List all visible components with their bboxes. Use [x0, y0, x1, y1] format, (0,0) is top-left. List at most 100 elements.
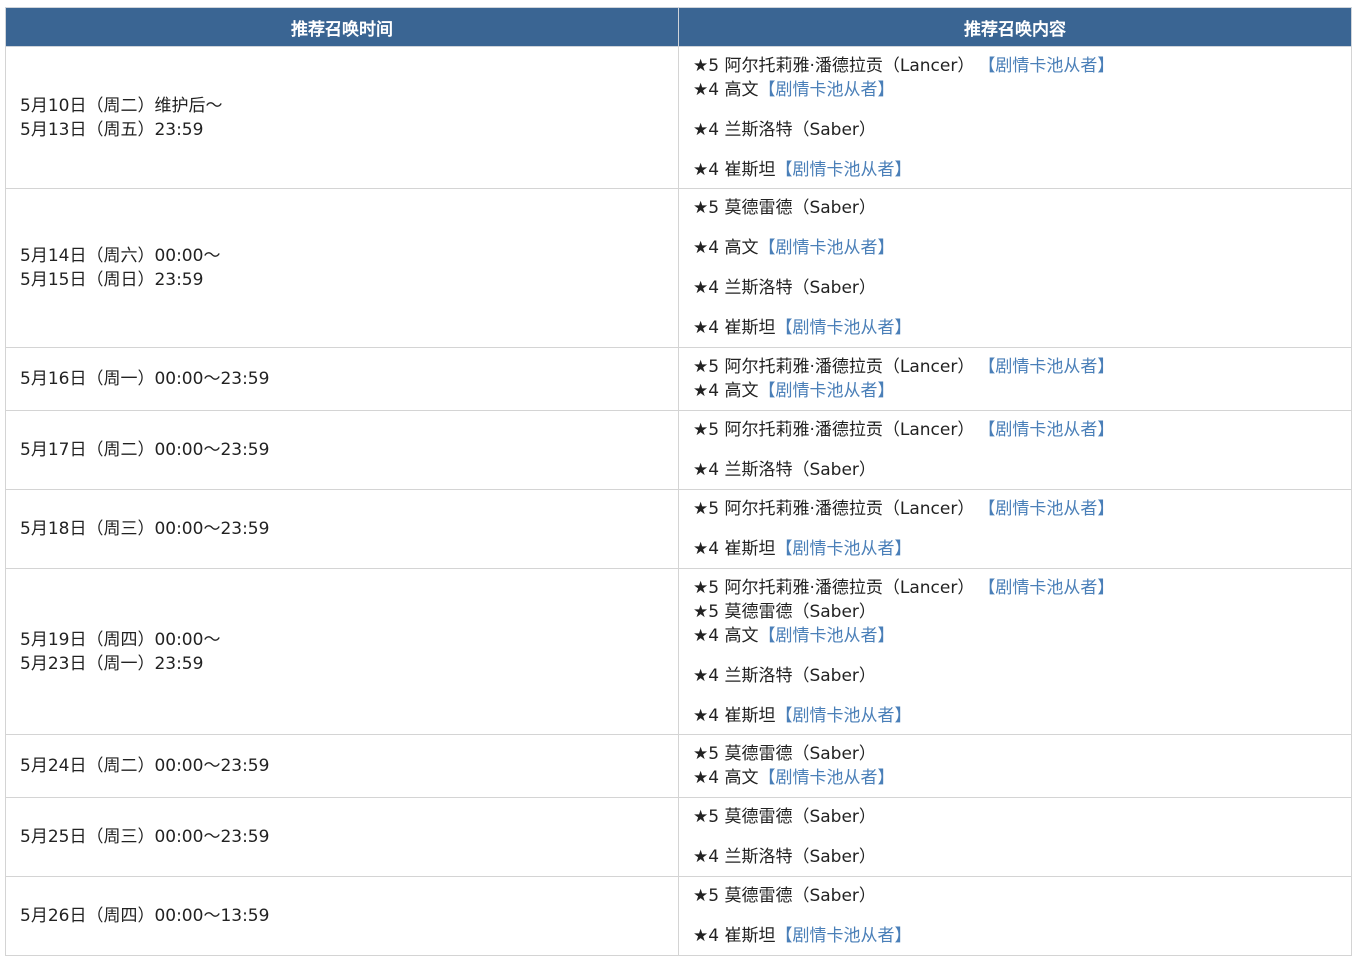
servant-group: ★5 阿尔托莉雅·潘德拉贡（Lancer） 【剧情卡池从者】	[693, 418, 1337, 442]
time-line: 5月26日（周四）00:00～13:59	[20, 906, 270, 926]
summon-content-cell: ★5 莫德雷德（Saber） ★4 兰斯洛特（Saber）	[678, 797, 1352, 877]
servant-line: ★4 崔斯坦【剧情卡池从者】	[693, 158, 1337, 182]
servant-name: ★4 兰斯洛特（Saber）	[693, 847, 876, 867]
story-pool-tag: 【剧情卡池从者】	[758, 238, 895, 258]
story-pool-tag: 【剧情卡池从者】	[978, 420, 1115, 440]
servant-name: ★5 莫德雷德（Saber）	[693, 744, 876, 764]
servant-line: ★4 兰斯洛特（Saber）	[693, 845, 1337, 869]
table-row: 5月19日（周四）00:00～ 5月23日（周一）23:59 ★5 阿尔托莉雅·潘德…	[5, 568, 1352, 735]
servant-name: ★4 高文	[693, 768, 759, 788]
header-time: 推荐召唤时间	[5, 7, 679, 47]
table-header-row: 推荐召唤时间 推荐召唤内容	[5, 7, 1352, 47]
servant-line: ★4 高文【剧情卡池从者】	[693, 624, 1337, 648]
servant-line: ★4 崔斯坦【剧情卡池从者】	[693, 316, 1337, 340]
servant-group: ★4 崔斯坦【剧情卡池从者】	[693, 537, 1337, 561]
servant-group: ★4 兰斯洛特（Saber）	[693, 845, 1337, 869]
summon-time-cell: 5月18日（周三）00:00～23:59	[5, 489, 679, 569]
summon-time-cell: 5月19日（周四）00:00～ 5月23日（周一）23:59	[5, 568, 679, 735]
time-line: 5月13日（周五）23:59	[20, 119, 204, 140]
servant-line: ★4 高文【剧情卡池从者】	[693, 379, 1337, 403]
servant-line: ★5 阿尔托莉雅·潘德拉贡（Lancer） 【剧情卡池从者】	[693, 576, 1337, 600]
servant-line: ★4 崔斯坦【剧情卡池从者】	[693, 537, 1337, 561]
story-pool-tag: 【剧情卡池从者】	[978, 499, 1115, 519]
header-content: 推荐召唤内容	[678, 7, 1352, 47]
servant-name: ★5 阿尔托莉雅·潘德拉贡（Lancer）	[693, 577, 975, 598]
summon-time-cell: 5月14日（周六）00:00～ 5月15日（周日）23:59	[5, 188, 679, 348]
servant-name: ★5 阿尔托莉雅·潘德拉贡（Lancer）	[693, 357, 975, 377]
story-pool-tag: 【剧情卡池从者】	[775, 318, 912, 338]
servant-name: ★4 兰斯洛特（Saber）	[693, 119, 876, 140]
summon-content-cell: ★5 莫德雷德（Saber） ★4 高文【剧情卡池从者】	[678, 734, 1352, 798]
time-line: 5月14日（周六）00:00～	[20, 246, 221, 266]
servant-name: ★4 兰斯洛特（Saber）	[693, 278, 876, 298]
servant-name: ★4 崔斯坦	[693, 539, 776, 559]
servant-line: ★5 阿尔托莉雅·潘德拉贡（Lancer） 【剧情卡池从者】	[693, 418, 1337, 442]
servant-name: ★4 兰斯洛特（Saber）	[693, 665, 876, 686]
servant-line: ★5 阿尔托莉雅·潘德拉贡（Lancer） 【剧情卡池从者】	[693, 497, 1337, 521]
servant-group: ★4 兰斯洛特（Saber）	[693, 664, 1337, 688]
servant-group: ★4 兰斯洛特（Saber）	[693, 276, 1337, 300]
table-row: 5月18日（周三）00:00～23:59 ★5 阿尔托莉雅·潘德拉贡（Lancer…	[5, 489, 1352, 569]
servant-line: ★4 高文【剧情卡池从者】	[693, 236, 1337, 260]
time-line: 5月23日（周一）23:59	[20, 653, 204, 674]
servant-group: ★5 莫德雷德（Saber）	[693, 805, 1337, 829]
servant-name: ★4 崔斯坦	[693, 705, 776, 726]
servant-line: ★4 兰斯洛特（Saber）	[693, 458, 1337, 482]
time-line: 5月15日（周日）23:59	[20, 270, 204, 290]
servant-line: ★4 兰斯洛特（Saber）	[693, 118, 1337, 142]
servant-name: ★4 崔斯坦	[693, 159, 776, 180]
servant-line: ★5 阿尔托莉雅·潘德拉贡（Lancer） 【剧情卡池从者】	[693, 355, 1337, 379]
servant-line: ★5 莫德雷德（Saber）	[693, 884, 1337, 908]
time-line: 5月24日（周二）00:00～23:59	[20, 756, 270, 776]
summon-time-cell: 5月17日（周二）00:00～23:59	[5, 410, 679, 490]
summon-time-cell: 5月16日（周一）00:00～23:59	[5, 347, 679, 411]
time-line: 5月18日（周三）00:00～23:59	[20, 519, 270, 539]
servant-line: ★5 阿尔托莉雅·潘德拉贡（Lancer） 【剧情卡池从者】	[693, 54, 1337, 78]
story-pool-tag: 【剧情卡池从者】	[775, 926, 912, 946]
servant-line: ★5 莫德雷德（Saber）	[693, 805, 1337, 829]
summon-content-cell: ★5 阿尔托莉雅·潘德拉贡（Lancer） 【剧情卡池从者】 ★5 莫德雷德（Sab…	[678, 568, 1352, 735]
servant-name: ★4 兰斯洛特（Saber）	[693, 460, 876, 480]
table-row: 5月24日（周二）00:00～23:59 ★5 莫德雷德（Saber） ★4 高文【…	[5, 734, 1352, 798]
story-pool-tag: 【剧情卡池从者】	[775, 159, 912, 180]
servant-name: ★5 阿尔托莉雅·潘德拉贡（Lancer）	[693, 499, 975, 519]
servant-group: ★5 阿尔托莉雅·潘德拉贡（Lancer） 【剧情卡池从者】	[693, 497, 1337, 521]
table-row: 5月14日（周六）00:00～ 5月15日（周日）23:59 ★5 莫德雷德（Sab…	[5, 188, 1352, 348]
table-row: 5月25日（周三）00:00～23:59 ★5 莫德雷德（Saber） ★4 兰斯洛…	[5, 797, 1352, 877]
summon-time-cell: 5月26日（周四）00:00～13:59	[5, 876, 679, 956]
time-line: 5月19日（周四）00:00～	[20, 629, 221, 650]
summon-time-cell: 5月10日（周二）维护后～ 5月13日（周五）23:59	[5, 46, 679, 189]
servant-line: ★4 崔斯坦【剧情卡池从者】	[693, 704, 1337, 728]
table-row: 5月10日（周二）维护后～ 5月13日（周五）23:59 ★5 阿尔托莉雅·潘德拉贡…	[5, 46, 1352, 189]
servant-group: ★4 崔斯坦【剧情卡池从者】	[693, 158, 1337, 182]
servant-group: ★4 兰斯洛特（Saber）	[693, 458, 1337, 482]
story-pool-tag: 【剧情卡池从者】	[978, 357, 1115, 377]
servant-line: ★4 高文【剧情卡池从者】	[693, 78, 1337, 102]
story-pool-tag: 【剧情卡池从者】	[978, 55, 1115, 76]
story-pool-tag: 【剧情卡池从者】	[978, 577, 1115, 598]
servant-name: ★5 莫德雷德（Saber）	[693, 601, 876, 622]
time-line: 5月16日（周一）00:00～23:59	[20, 369, 270, 389]
story-pool-tag: 【剧情卡池从者】	[758, 79, 895, 100]
servant-name: ★5 莫德雷德（Saber）	[693, 198, 876, 218]
servant-group: ★5 莫德雷德（Saber） ★4 高文【剧情卡池从者】	[693, 742, 1337, 790]
servant-name: ★4 高文	[693, 238, 759, 258]
summon-time-cell: 5月25日（周三）00:00～23:59	[5, 797, 679, 877]
summon-content-cell: ★5 阿尔托莉雅·潘德拉贡（Lancer） 【剧情卡池从者】 ★4 兰斯洛特（Sab…	[678, 410, 1352, 490]
servant-name: ★4 高文	[693, 625, 759, 646]
servant-group: ★5 莫德雷德（Saber）	[693, 196, 1337, 220]
servant-group: ★4 兰斯洛特（Saber）	[693, 118, 1337, 142]
time-line: 5月17日（周二）00:00～23:59	[20, 440, 270, 460]
servant-name: ★5 莫德雷德（Saber）	[693, 807, 876, 827]
servant-line: ★5 莫德雷德（Saber）	[693, 742, 1337, 766]
servant-group: ★4 崔斯坦【剧情卡池从者】	[693, 924, 1337, 948]
time-line: 5月10日（周二）维护后～	[20, 95, 223, 116]
summon-content-cell: ★5 阿尔托莉雅·潘德拉贡（Lancer） 【剧情卡池从者】 ★4 高文【剧情卡池从…	[678, 347, 1352, 411]
servant-line: ★4 高文【剧情卡池从者】	[693, 766, 1337, 790]
summon-schedule-table: 推荐召唤时间 推荐召唤内容 5月10日（周二）维护后～ 5月13日（周五）23:5…	[5, 7, 1352, 956]
story-pool-tag: 【剧情卡池从者】	[758, 381, 895, 401]
servant-group: ★5 阿尔托莉雅·潘德拉贡（Lancer） 【剧情卡池从者】 ★4 高文【剧情卡池从…	[693, 355, 1337, 403]
servant-group: ★5 莫德雷德（Saber）	[693, 884, 1337, 908]
servant-line: ★4 兰斯洛特（Saber）	[693, 276, 1337, 300]
table-row: 5月26日（周四）00:00～13:59 ★5 莫德雷德（Saber） ★4 崔斯坦…	[5, 876, 1352, 956]
